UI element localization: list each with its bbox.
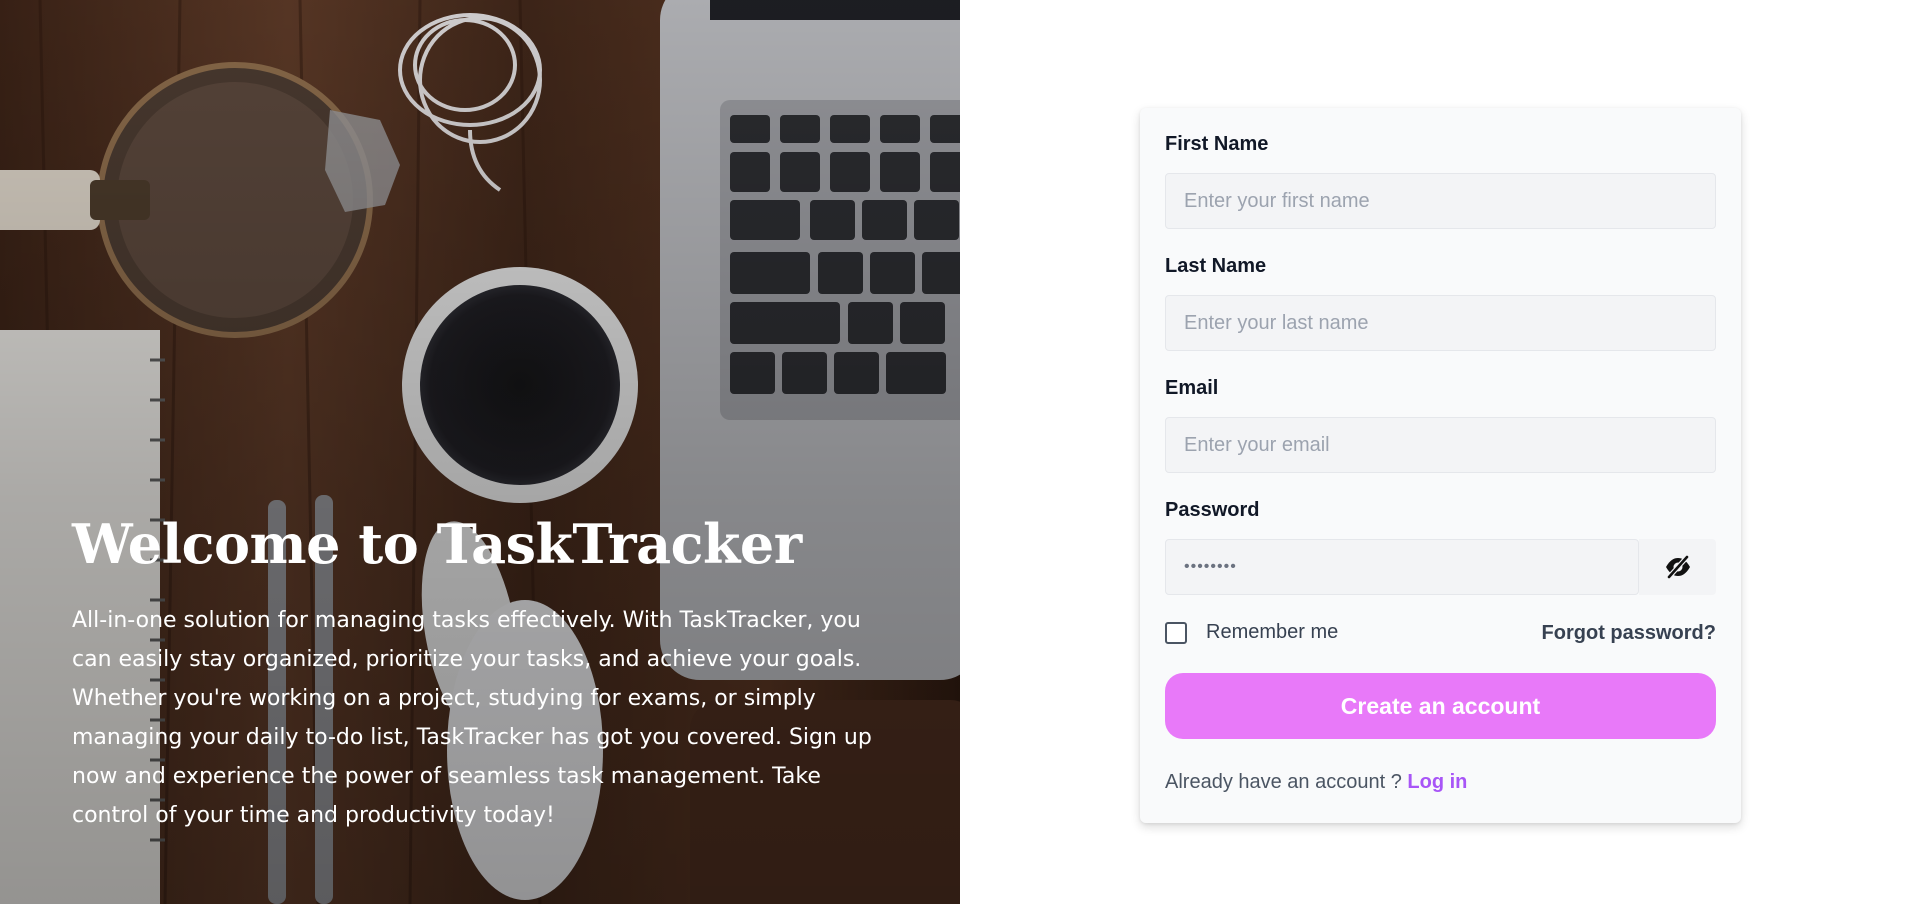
hero-panel: Welcome to TaskTracker All-in-one soluti… [0, 0, 960, 904]
email-input[interactable] [1165, 417, 1716, 473]
password-input[interactable] [1165, 539, 1639, 595]
email-label: Email [1165, 377, 1219, 399]
toggle-password-button[interactable] [1639, 539, 1716, 595]
login-prompt-row: Already have an account ? Log in [1165, 771, 1467, 794]
hero-title: Welcome to TaskTracker [72, 512, 802, 576]
remember-me[interactable]: Remember me [1165, 621, 1338, 644]
password-label: Password [1165, 499, 1260, 521]
remember-me-checkbox[interactable] [1165, 621, 1187, 644]
eye-slash-icon [1664, 555, 1692, 579]
forgot-password-link[interactable]: Forgot password? [1542, 622, 1716, 645]
create-account-button[interactable]: Create an account [1165, 673, 1716, 739]
hero-description: All-in-one solution for managing tasks e… [72, 608, 872, 828]
last-name-input[interactable] [1165, 295, 1716, 351]
login-prompt-text: Already have an account ? [1165, 771, 1402, 793]
first-name-label: First Name [1165, 133, 1269, 155]
signup-card: First Name Last Name Email Password Reme… [1140, 108, 1741, 823]
login-link[interactable]: Log in [1407, 771, 1467, 793]
last-name-label: Last Name [1165, 255, 1267, 277]
first-name-input[interactable] [1165, 173, 1716, 229]
remember-me-label: Remember me [1206, 621, 1339, 643]
